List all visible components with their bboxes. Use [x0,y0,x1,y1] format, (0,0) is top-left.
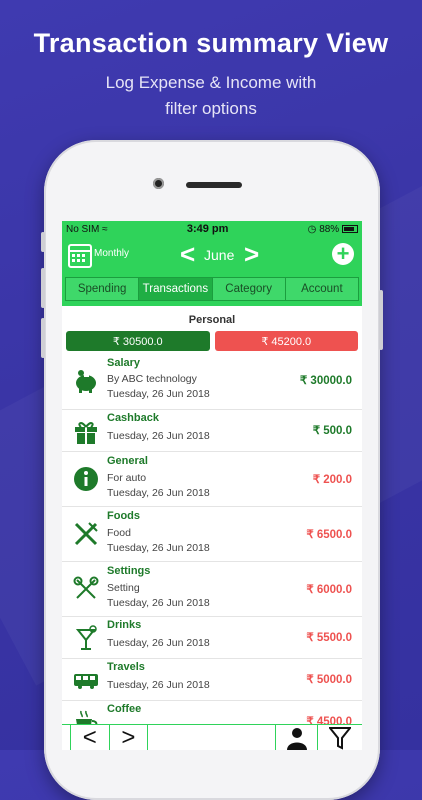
tab-category[interactable]: Category [212,278,286,300]
bottom-toolbar: < > [62,724,362,750]
list-item[interactable]: Salary By ABC technology Tuesday, 26 Jun… [62,355,362,410]
month-navigator: Monthly < June > + [62,237,362,277]
app-header: No SIM ≈ 3:49 pm ◷ 88% Monthly < June > … [62,221,362,306]
tab-bar: Spending Transactions Category Account [65,277,359,301]
list-item[interactable]: Travels Tuesday, 26 Jun 2018 ₹ 5000.0 [62,659,362,701]
expense-total: ₹ 45200.0 [214,331,358,351]
transaction-date: Tuesday, 26 Jun 2018 [107,430,210,442]
battery-icon [341,224,358,233]
transaction-amount: ₹ 5000.0 [306,674,352,686]
transaction-amount: ₹ 500.0 [312,425,352,437]
transaction-date: Tuesday, 26 Jun 2018 [107,597,210,609]
fork-knife-icon [74,522,98,546]
battery-percent: 88% [319,223,340,235]
carrier-status: No SIM ≈ [66,224,108,235]
gift-icon [75,422,97,444]
phone-mute-switch [41,232,45,252]
info-icon [74,467,98,491]
list-item[interactable]: General For auto Tuesday, 26 Jun 2018 ₹ … [62,452,362,507]
transaction-date: Tuesday, 26 Jun 2018 [107,542,210,554]
transaction-name: Foods [107,510,140,522]
transaction-amount: ₹ 6000.0 [306,584,352,596]
battery-status: ◷ 88% [308,224,358,235]
previous-page-button[interactable]: < [71,724,110,750]
transaction-name: Coffee [107,703,142,715]
transaction-amount: ₹ 200.0 [312,474,352,486]
phone-power-button [379,290,383,350]
transaction-list: Salary By ABC technology Tuesday, 26 Jun… [62,355,362,742]
transaction-amount: ₹ 6500.0 [306,529,352,541]
add-transaction-button[interactable]: + [332,243,354,265]
phone-volume-down [41,318,45,358]
next-month-button[interactable]: > [244,241,259,267]
bus-icon [74,674,98,689]
person-button[interactable] [276,725,319,750]
toolbar-spacer [62,725,71,750]
tab-spending[interactable]: Spending [66,278,140,300]
person-icon [286,728,307,750]
transaction-name: Settings [107,565,151,577]
piggy-bank-icon [76,370,96,393]
filter-icon [329,727,352,750]
earpiece-speaker [186,182,242,188]
promo-subline-1: Log Expense & Income with [105,73,317,92]
status-bar: No SIM ≈ 3:49 pm ◷ 88% [62,221,362,237]
period-label[interactable]: Monthly [94,248,129,259]
transaction-date: Tuesday, 26 Jun 2018 [107,637,210,649]
filter-button[interactable] [318,725,362,750]
promo-headline: Transaction summary View [33,28,389,58]
transaction-note: Food [107,527,131,539]
promo-subline-2: filter options [165,99,257,118]
list-item[interactable]: Drinks Tuesday, 26 Jun 2018 ₹ 5500.0 [62,617,362,659]
front-camera [153,178,164,189]
income-total: ₹ 30500.0 [66,331,210,351]
transaction-name: Travels [107,661,145,673]
toolbar-spacer [148,725,276,750]
phone-volume-up [41,268,45,308]
previous-month-button[interactable]: < [180,241,195,267]
tab-transactions[interactable]: Transactions [139,278,213,300]
next-page-button[interactable]: > [110,724,149,750]
list-item[interactable]: Cashback Tuesday, 26 Jun 2018 ₹ 500.0 [62,410,362,452]
transaction-note: For auto [107,472,147,484]
transaction-name: Salary [107,357,141,369]
list-item[interactable]: Settings Setting Tuesday, 26 Jun 2018 ₹ … [62,562,362,617]
current-month: June [204,247,235,263]
cocktail-icon [75,625,97,650]
calendar-icon[interactable] [68,244,92,268]
totals-bar: ₹ 30500.0 ₹ 45200.0 [62,326,362,351]
app-screen: No SIM ≈ 3:49 pm ◷ 88% Monthly < June > … [62,221,362,750]
transaction-name: Drinks [107,619,142,631]
tab-account[interactable]: Account [285,278,358,300]
transaction-note: By ABC technology [107,373,197,385]
wifi-icon: ≈ [102,223,108,235]
tab-bar-wrapper: Spending Transactions Category Account [62,277,362,306]
transaction-amount: ₹ 30000.0 [299,375,352,387]
transaction-name: General [107,455,148,467]
promo-subline: Log Expense & Income with filter options [0,70,422,122]
clock: 3:49 pm [186,223,229,235]
tools-icon [73,576,99,599]
transaction-date: Tuesday, 26 Jun 2018 [107,388,210,400]
transaction-name: Cashback [107,412,159,424]
section-title: Personal [188,314,236,326]
transaction-date: Tuesday, 26 Jun 2018 [107,487,210,499]
list-item[interactable]: Foods Food Tuesday, 26 Jun 2018 ₹ 6500.0 [62,507,362,562]
carrier-label: No SIM [66,223,100,235]
transaction-amount: ₹ 5500.0 [306,632,352,644]
transaction-note: Setting [107,582,140,594]
alarm-icon: ◷ [307,223,317,235]
transaction-date: Tuesday, 26 Jun 2018 [107,679,210,691]
